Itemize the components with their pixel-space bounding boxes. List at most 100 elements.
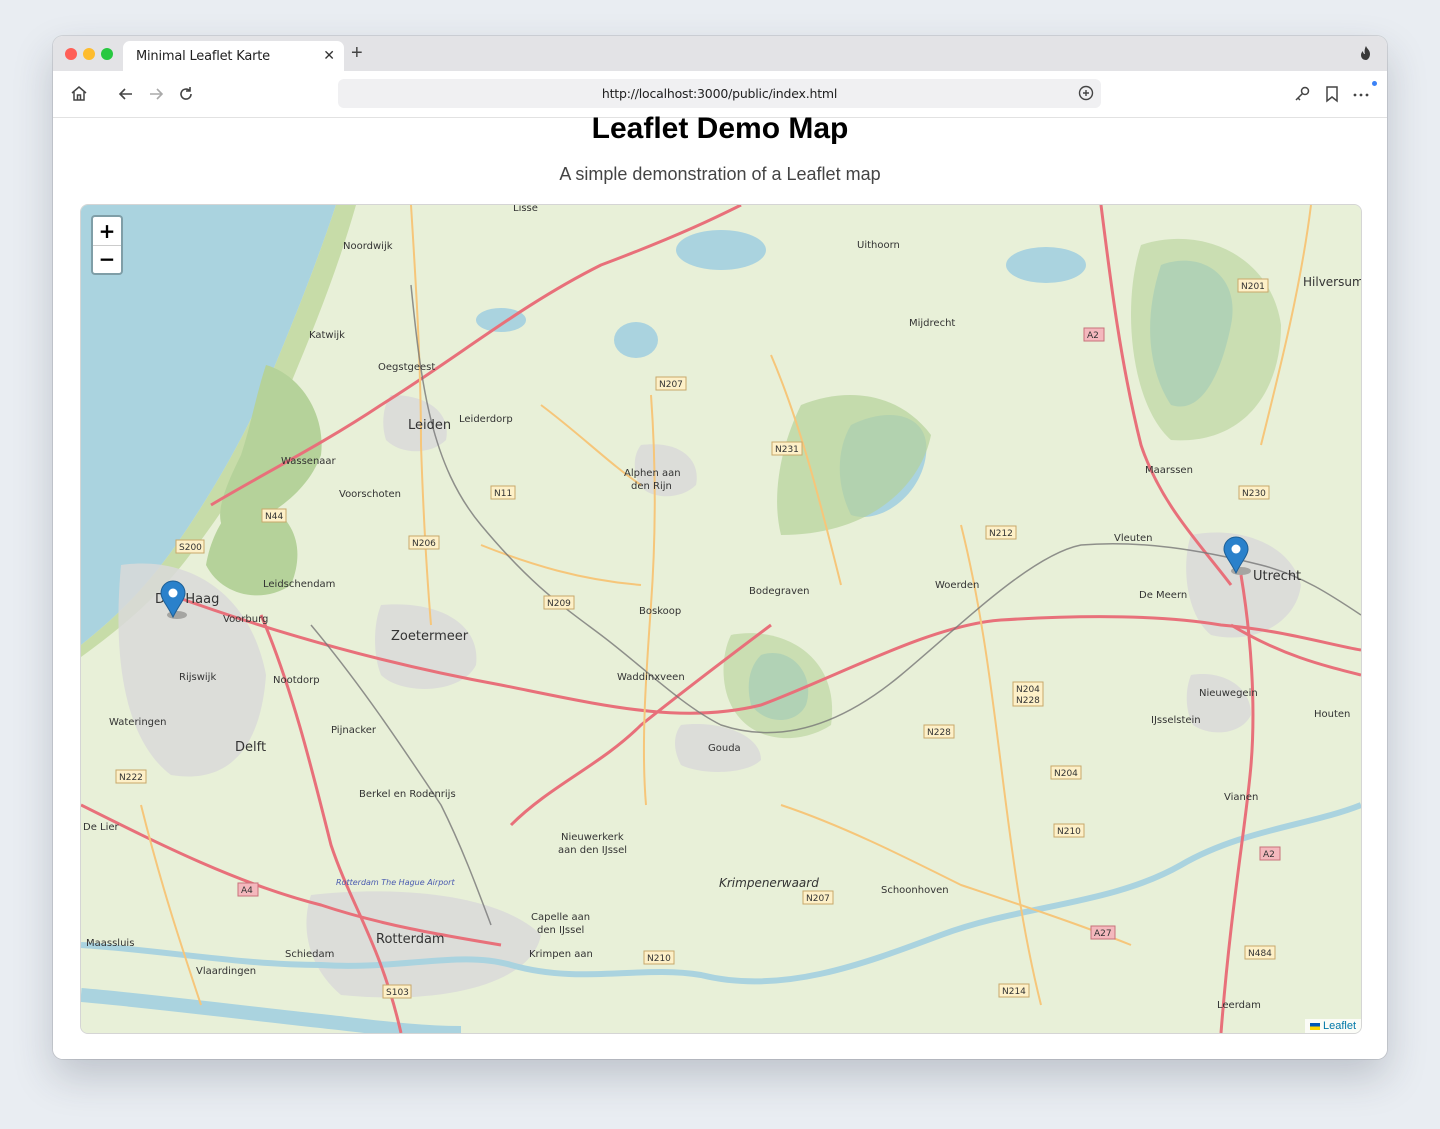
road-n207: N207 bbox=[655, 376, 687, 391]
tab-bar: Minimal Leaflet Karte ✕ + bbox=[53, 36, 1387, 71]
attribution-link[interactable]: Leaflet bbox=[1323, 1020, 1356, 1032]
svg-text:N44: N44 bbox=[265, 512, 283, 522]
road-n210b: N210 bbox=[643, 950, 675, 965]
road-n228: N228 bbox=[923, 724, 955, 739]
zoom-in-button[interactable]: + bbox=[93, 217, 121, 246]
place-houten: Houten bbox=[1314, 709, 1350, 720]
zoom-control: + − bbox=[91, 215, 123, 275]
place-vianen: Vianen bbox=[1224, 792, 1258, 803]
place-bodegraven: Bodegraven bbox=[749, 586, 809, 597]
page-content: Leaflet Demo Map A simple demonstration … bbox=[53, 112, 1387, 1059]
svg-text:N214: N214 bbox=[1002, 987, 1026, 997]
road-n230: N230 bbox=[1238, 485, 1270, 500]
bookmark-icon[interactable] bbox=[1322, 84, 1342, 104]
notification-dot bbox=[1372, 81, 1377, 86]
place-den-rijn: den Rijn bbox=[631, 481, 672, 492]
close-tab-icon[interactable]: ✕ bbox=[323, 47, 335, 64]
place-krimpen: Krimpen aan bbox=[529, 949, 593, 960]
place-capelle: Capelle aan bbox=[531, 912, 590, 923]
ukraine-flag-icon bbox=[1309, 1022, 1320, 1030]
svg-text:A2: A2 bbox=[1263, 850, 1275, 860]
svg-text:N207: N207 bbox=[659, 380, 683, 390]
road-s103: S103 bbox=[382, 984, 412, 999]
page-title: Leaflet Demo Map bbox=[591, 112, 849, 145]
road-n222: N222 bbox=[115, 769, 147, 784]
place-mijdrecht: Mijdrecht bbox=[909, 318, 955, 329]
place-katwijk: Katwijk bbox=[309, 330, 345, 341]
new-tab-icon[interactable]: + bbox=[351, 42, 363, 65]
place-maarssen: Maarssen bbox=[1145, 465, 1193, 476]
road-a27: A27 bbox=[1090, 925, 1116, 940]
address-bar[interactable]: http://localhost:3000/public/index.html bbox=[338, 79, 1101, 108]
place-voorschoten: Voorschoten bbox=[339, 489, 401, 500]
road-n206: N206 bbox=[408, 535, 440, 550]
road-n44: N44 bbox=[261, 508, 287, 523]
place-waddinxveen: Waddinxveen bbox=[617, 672, 685, 683]
home-icon[interactable] bbox=[69, 84, 89, 104]
svg-text:A27: A27 bbox=[1094, 929, 1112, 939]
road-n212: N212 bbox=[985, 525, 1017, 540]
road-n209: N209 bbox=[543, 595, 575, 610]
place-aan-den-ijssel: aan den IJssel bbox=[558, 845, 627, 856]
place-lisse: Lisse bbox=[513, 205, 538, 214]
place-pijnacker: Pijnacker bbox=[331, 725, 377, 736]
leaflet-map[interactable]: Lisse Noordwijk Katwijk Oegstgeest Leide… bbox=[80, 204, 1362, 1034]
road-a4: A4 bbox=[237, 882, 259, 897]
place-zoetermeer: Zoetermeer bbox=[391, 629, 469, 644]
road-n207b: N207 bbox=[802, 890, 834, 905]
tab-active[interactable]: Minimal Leaflet Karte ✕ bbox=[123, 41, 344, 71]
key-icon[interactable] bbox=[1292, 84, 1312, 104]
svg-text:N212: N212 bbox=[989, 529, 1013, 539]
place-ijsselstein: IJsselstein bbox=[1151, 715, 1201, 726]
zoom-out-button[interactable]: − bbox=[93, 245, 121, 273]
road-n214: N214 bbox=[998, 983, 1030, 998]
place-den-ijssel: den IJssel bbox=[537, 925, 584, 936]
svg-text:N11: N11 bbox=[494, 489, 512, 499]
reload-icon[interactable] bbox=[176, 84, 196, 104]
place-leiden: Leiden bbox=[408, 418, 451, 433]
place-nieuwegein: Nieuwegein bbox=[1199, 688, 1258, 699]
flame-icon[interactable] bbox=[1359, 45, 1373, 61]
place-vleuten: Vleuten bbox=[1114, 533, 1153, 544]
region-krimpenerwaard: Krimpenerwaard bbox=[719, 876, 819, 890]
forward-icon[interactable] bbox=[146, 84, 166, 104]
url-text: http://localhost:3000/public/index.html bbox=[601, 86, 838, 101]
svg-text:N204: N204 bbox=[1054, 769, 1078, 779]
place-noordwijk: Noordwijk bbox=[343, 241, 393, 252]
road-s200: S200 bbox=[175, 539, 205, 554]
back-icon[interactable] bbox=[116, 84, 136, 104]
place-berkel: Berkel en Rodenrijs bbox=[359, 789, 456, 800]
maximize-window-button[interactable] bbox=[101, 48, 113, 60]
reader-chat-icon[interactable] bbox=[1077, 84, 1095, 102]
attribution[interactable]: Leaflet bbox=[1304, 1019, 1361, 1033]
browser-window: Minimal Leaflet Karte ✕ + http://localho… bbox=[53, 36, 1387, 1059]
place-de-meern: De Meern bbox=[1139, 590, 1187, 601]
place-voorburg: Voorburg bbox=[223, 614, 268, 625]
svg-text:N206: N206 bbox=[412, 539, 436, 549]
map-tiles[interactable]: Lisse Noordwijk Katwijk Oegstgeest Leide… bbox=[81, 205, 1361, 1033]
svg-text:S103: S103 bbox=[386, 988, 409, 998]
place-leerdam: Leerdam bbox=[1217, 1000, 1261, 1011]
place-leiderdorp: Leiderdorp bbox=[459, 414, 513, 425]
place-schoonhoven: Schoonhoven bbox=[881, 885, 949, 896]
road-n204b: N204 bbox=[1050, 765, 1082, 780]
road-a2: A2 bbox=[1083, 327, 1105, 342]
more-menu-icon[interactable] bbox=[1351, 84, 1371, 104]
place-rijswijk: Rijswijk bbox=[179, 672, 216, 683]
place-alphen: Alphen aan bbox=[624, 468, 681, 479]
svg-text:N210: N210 bbox=[647, 954, 671, 964]
road-n210: N210 bbox=[1053, 823, 1085, 838]
place-maassluis: Maassluis bbox=[86, 938, 134, 949]
place-hilversum: Hilversum bbox=[1303, 275, 1361, 289]
svg-text:A2: A2 bbox=[1087, 331, 1099, 341]
road-n204: N204N228 bbox=[1012, 681, 1044, 707]
place-nootdorp: Nootdorp bbox=[273, 675, 320, 686]
page-subtitle: A simple demonstration of a Leaflet map bbox=[559, 164, 881, 184]
svg-text:N209: N209 bbox=[547, 599, 571, 609]
place-nieuwerkerk: Nieuwerkerk bbox=[561, 832, 624, 843]
close-window-button[interactable] bbox=[65, 48, 77, 60]
place-oegstgeest: Oegstgeest bbox=[378, 362, 435, 373]
minimize-window-button[interactable] bbox=[83, 48, 95, 60]
road-n201: N201 bbox=[1237, 278, 1269, 293]
place-vlaardingen: Vlaardingen bbox=[196, 966, 256, 977]
